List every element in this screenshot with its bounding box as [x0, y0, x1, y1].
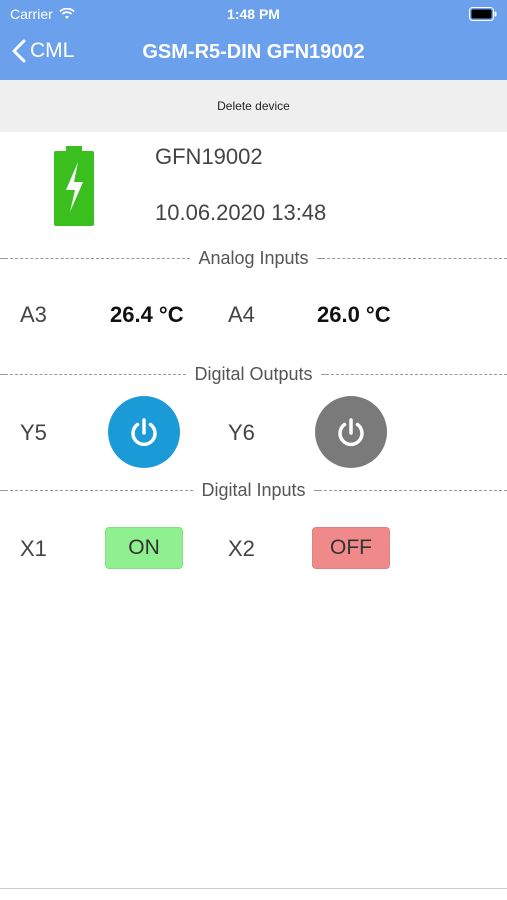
analog-input-value: 26.0 °C: [317, 302, 391, 327]
digital-output-label: Y6: [228, 420, 255, 445]
section-title-digital-outputs: Digital Outputs: [194, 363, 313, 384]
analog-input-label: A3: [20, 302, 47, 327]
bottom-divider: [0, 888, 507, 889]
digital-input-label: X1: [20, 536, 47, 561]
digital-input-label: X2: [228, 536, 255, 561]
digital-input-state-badge: OFF: [312, 527, 390, 569]
digital-output-label: Y5: [20, 420, 47, 445]
navigation-bar: CML GSM-R5-DIN GFN19002: [0, 28, 507, 80]
power-icon: [131, 418, 157, 447]
device-id: GFN19002: [155, 144, 263, 169]
device-timestamp: 10.06.2020 13:48: [155, 200, 327, 225]
status-battery-icon: [469, 7, 497, 24]
analog-input-value: 26.4 °C: [110, 302, 184, 327]
page-title: GSM-R5-DIN GFN19002: [142, 41, 365, 63]
section-divider-digital-inputs: Digital Inputs: [0, 478, 507, 502]
delete-device-button[interactable]: Delete device: [217, 99, 290, 113]
output-toggle-y5[interactable]: [108, 396, 180, 468]
analog-input-label: A4: [228, 302, 255, 327]
section-title-digital-inputs: Digital Inputs: [201, 479, 306, 500]
section-title-analog-inputs: Analog Inputs: [198, 247, 309, 268]
digital-input-state-badge: ON: [105, 527, 183, 569]
section-divider-digital-outputs: Digital Outputs: [0, 362, 507, 386]
section-divider-analog-inputs: Analog Inputs: [0, 246, 507, 270]
action-bar: Delete device: [0, 80, 507, 132]
status-time: 1:48 PM: [227, 6, 280, 22]
power-icon: [338, 418, 364, 447]
output-toggle-y6[interactable]: [315, 396, 387, 468]
battery-charging-icon: [54, 146, 94, 226]
status-bar: Carrier 1:48 PM: [0, 0, 507, 28]
